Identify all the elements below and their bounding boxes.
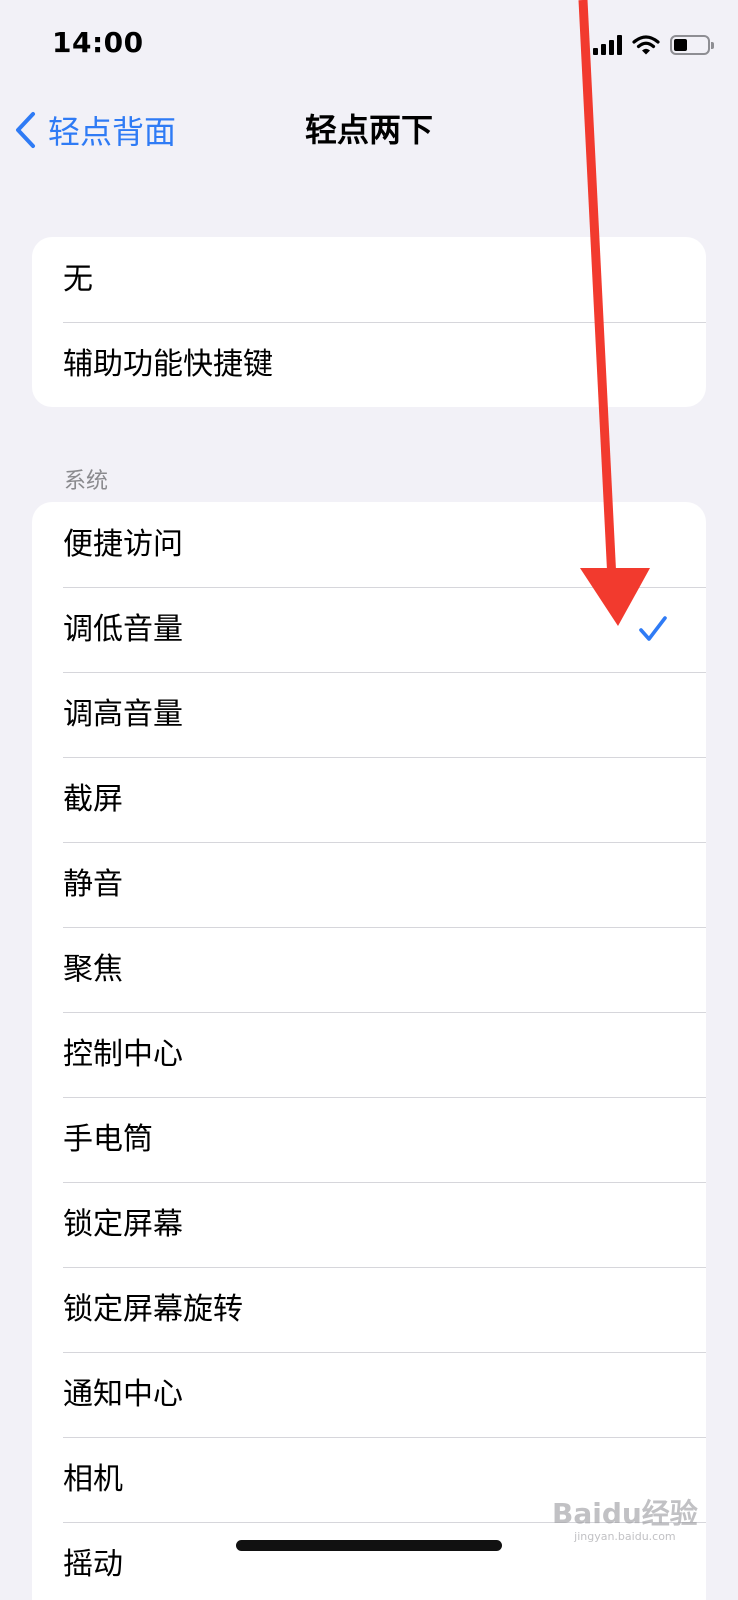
option-row-reachability[interactable]: 便捷访问 bbox=[32, 502, 706, 587]
battery-icon bbox=[670, 35, 714, 55]
option-row-none[interactable]: 无 bbox=[32, 237, 706, 322]
option-label: 截屏 bbox=[63, 782, 123, 817]
option-row-notification-center[interactable]: 通知中心 bbox=[32, 1352, 706, 1437]
wifi-icon bbox=[632, 35, 660, 55]
status-bar: 14:00 bbox=[0, 0, 738, 90]
navigation-bar: 轻点背面 轻点两下 bbox=[0, 90, 738, 170]
option-label: 摇动 bbox=[63, 1547, 123, 1582]
option-row-screenshot[interactable]: 截屏 bbox=[32, 757, 706, 842]
cellular-signal-icon bbox=[593, 35, 622, 55]
system-options-group: 便捷访问 调低音量 调高音量 截屏 静音 聚焦 控制中心 手电筒 锁定屏幕 锁定… bbox=[32, 502, 706, 1600]
status-time: 14:00 bbox=[52, 26, 144, 59]
option-label: 无 bbox=[63, 262, 93, 297]
option-row-accessibility-shortcut[interactable]: 辅助功能快捷键 bbox=[32, 322, 706, 407]
option-row-control-center[interactable]: 控制中心 bbox=[32, 1012, 706, 1097]
checkmark-icon bbox=[639, 616, 667, 641]
battery-level-fill bbox=[674, 39, 687, 51]
watermark-url: jingyan.baidu.com bbox=[574, 1530, 676, 1543]
option-label: 相机 bbox=[63, 1462, 123, 1497]
option-row-flashlight[interactable]: 手电筒 bbox=[32, 1097, 706, 1182]
page-title: 轻点两下 bbox=[304, 111, 433, 149]
option-row-volume-up[interactable]: 调高音量 bbox=[32, 672, 706, 757]
option-row-lock-rotation[interactable]: 锁定屏幕旋转 bbox=[32, 1267, 706, 1352]
option-label: 锁定屏幕 bbox=[63, 1207, 183, 1242]
option-label: 通知中心 bbox=[63, 1377, 183, 1412]
option-row-lock-screen[interactable]: 锁定屏幕 bbox=[32, 1182, 706, 1267]
option-label: 辅助功能快捷键 bbox=[63, 347, 273, 382]
option-row-focus[interactable]: 聚焦 bbox=[32, 927, 706, 1012]
option-row-volume-down[interactable]: 调低音量 bbox=[32, 587, 706, 672]
top-options-group: 无 辅助功能快捷键 bbox=[32, 237, 706, 407]
option-label: 调高音量 bbox=[63, 697, 183, 732]
option-label: 静音 bbox=[63, 867, 123, 902]
option-label: 控制中心 bbox=[63, 1037, 183, 1072]
watermark-brand: Baidu经验 bbox=[552, 1497, 698, 1530]
home-indicator[interactable] bbox=[236, 1540, 502, 1551]
watermark: Baidu经验 jingyan.baidu.com bbox=[552, 1498, 698, 1544]
option-label: 手电筒 bbox=[63, 1122, 153, 1157]
status-icons bbox=[593, 32, 714, 58]
option-label: 聚焦 bbox=[63, 952, 123, 987]
section-header-system: 系统 bbox=[64, 469, 109, 494]
option-row-mute[interactable]: 静音 bbox=[32, 842, 706, 927]
option-label: 锁定屏幕旋转 bbox=[63, 1292, 243, 1327]
option-label: 便捷访问 bbox=[63, 527, 183, 562]
option-label: 调低音量 bbox=[63, 612, 183, 647]
